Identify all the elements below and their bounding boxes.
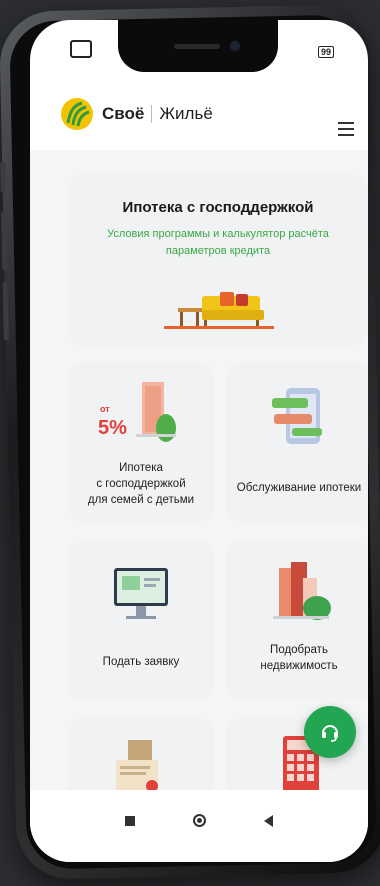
support-chat-button[interactable] xyxy=(304,706,356,758)
brand-divider xyxy=(151,105,153,123)
svoe-zhile-logo-icon[interactable] xyxy=(60,97,94,131)
card-label-line-1: Подобрать xyxy=(270,644,328,656)
sofa-illustration-icon xyxy=(164,292,274,329)
hero-subtitle-link[interactable]: Условия программы и калькулятор расчёта … xyxy=(98,226,338,260)
hamburger-menu-icon[interactable] xyxy=(338,118,354,140)
app-header: Своё Жильё xyxy=(30,78,368,151)
volume-up-button xyxy=(1,211,8,270)
phone-chat-icon xyxy=(272,388,322,444)
card-submit-application[interactable]: Подать заявку xyxy=(68,540,214,700)
card-find-property[interactable]: Подобрать недвижимость xyxy=(226,540,368,700)
hero-card-mortgage[interactable]: Ипотека с господдержкой Условия программ… xyxy=(68,174,368,346)
building-percent-icon: от 5% xyxy=(98,382,176,442)
recent-apps-icon[interactable] xyxy=(125,816,135,826)
card-label-line-2: с господдержкой xyxy=(96,478,186,490)
card-mortgage-servicing[interactable]: Обслуживание ипотеки xyxy=(226,362,368,522)
badge-big: 5% xyxy=(98,417,127,439)
computer-monitor-icon xyxy=(114,568,168,619)
speaker xyxy=(174,44,220,49)
card-family-mortgage[interactable]: от 5% Ипотека с господдержкой для семей … xyxy=(68,362,214,522)
brand-bold: Своё xyxy=(102,104,145,123)
headset-icon xyxy=(322,725,338,742)
front-camera xyxy=(230,41,240,51)
notch xyxy=(118,20,278,72)
brand-name: Своё Жильё xyxy=(102,104,213,124)
battery-indicator: 99 xyxy=(317,46,334,58)
phone-screen: 99 Своё Жильё Ипотека с господдержкой Ус… xyxy=(30,20,368,862)
notification-icon xyxy=(70,40,92,58)
card-label: Подать заявку xyxy=(102,656,180,668)
brand-light: Жильё xyxy=(159,104,213,123)
buildings-icon xyxy=(273,562,331,620)
volume-down-button xyxy=(2,281,9,340)
badge-small: от xyxy=(100,404,110,414)
card-label-line-3: для семей с детьми xyxy=(87,494,195,506)
back-icon[interactable] xyxy=(264,815,273,827)
system-navigation-bar xyxy=(30,790,368,862)
main-content: Ипотека с господдержкой Условия программ… xyxy=(30,150,368,838)
mute-switch xyxy=(0,161,6,192)
card-label-line-1: Ипотека xyxy=(119,462,163,474)
hero-title: Ипотека с господдержкой xyxy=(122,199,314,216)
home-icon[interactable] xyxy=(193,814,206,827)
building-document-icon xyxy=(116,740,158,794)
card-label: Обслуживание ипотеки xyxy=(236,482,362,494)
card-label-line-2: недвижимость xyxy=(260,660,338,672)
